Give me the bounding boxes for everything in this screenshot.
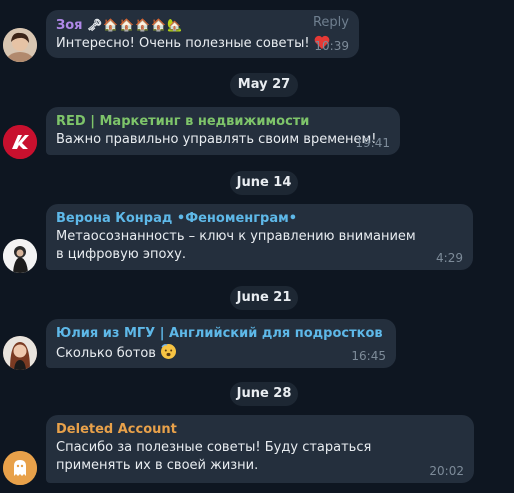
- message-bubble[interactable]: Юлия из МГУ | Английский для подростков …: [46, 319, 396, 368]
- avatar[interactable]: [3, 239, 37, 273]
- message-text: Важно правильно управлять своим временем…: [56, 132, 377, 147]
- sender-name: Зоя: [56, 18, 83, 33]
- sender-name: Юлия из МГУ | Английский для подростков: [56, 326, 383, 341]
- message-bubble[interactable]: Deleted Account Спасибо за полезные сове…: [46, 415, 474, 483]
- message-bubble[interactable]: Верона Конрад •Феноменграм• Метаосознанн…: [46, 204, 473, 270]
- message-text: Интересно! Очень полезные советы!: [56, 36, 310, 51]
- message-time: 20:02: [429, 464, 464, 478]
- date-separator: June 21: [230, 286, 298, 310]
- reply-button[interactable]: Reply: [313, 15, 349, 30]
- sender-name: RED | Маркетинг в недвижимости: [56, 114, 310, 129]
- date-separator: June 28: [230, 382, 298, 406]
- message-bubble[interactable]: Зоя 🗝🏠🏠🏠🏠🏡 Интересно! Очень полезные сов…: [46, 10, 359, 58]
- message-time: 10:39: [314, 39, 349, 53]
- message-text: Спасибо за полезные советы! Буду старать…: [56, 440, 372, 473]
- avatar[interactable]: [3, 28, 37, 62]
- message-text: Сколько ботов: [56, 346, 156, 361]
- message-time: 16:45: [351, 349, 386, 363]
- avatar[interactable]: [3, 336, 37, 370]
- message-time: 19:41: [355, 136, 390, 150]
- status-emoji-icons: 🗝🏠🏠🏠🏠🏡: [87, 18, 183, 32]
- ghost-icon: [3, 451, 37, 485]
- date-separator: May 27: [230, 73, 298, 97]
- chat-history[interactable]: Зоя 🗝🏠🏠🏠🏠🏡 Интересно! Очень полезные сов…: [0, 0, 514, 493]
- red-logo-icon: [3, 125, 37, 159]
- hot-face-emoji-icon: [160, 343, 177, 366]
- message-bubble[interactable]: RED | Маркетинг в недвижимости Важно пра…: [46, 107, 400, 155]
- message-text: Метаосознанность – ключ к управлению вни…: [56, 229, 416, 262]
- date-separator: June 14: [230, 171, 298, 195]
- sender-name: Deleted Account: [56, 422, 177, 437]
- message-time: 4:29: [436, 251, 463, 265]
- avatar[interactable]: [3, 125, 37, 159]
- avatar[interactable]: [3, 451, 37, 485]
- sender-name: Верона Конрад •Феноменграм•: [56, 211, 298, 226]
